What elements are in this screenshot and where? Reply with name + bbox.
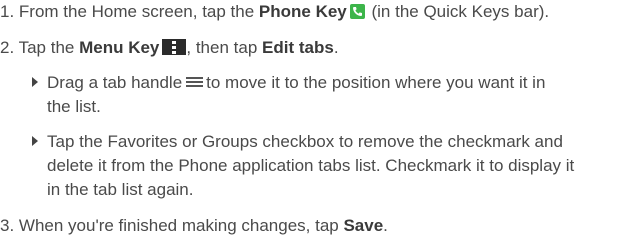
phone-key-label: Phone Key [258,2,347,21]
menu-icon [162,39,187,55]
subitem-text: to move it to the position where you wan… [206,73,546,92]
subitem-text: Tap the Favorites or Groups checkbox to … [47,132,563,151]
step-text: When you're finished making changes, tap [14,216,344,235]
subitem-2-line-2: delete it from the Phone application tab… [47,154,574,178]
step-text: From the Home screen, tap the [14,2,259,21]
subitem-text: the list. [47,97,101,116]
step-number: 2. [0,38,15,57]
subitem-text: Drag a tab handle [47,73,183,92]
step-text: Tap the [14,38,80,57]
step-3: 3. When you're finished making changes, … [0,214,388,238]
subitem-1-line-1: Drag a tab handle to move it to the posit… [32,71,545,95]
step-text: (in the Quick Keys bar). [366,2,550,21]
bullet-arrow-icon [32,136,38,146]
step-text: . [333,38,339,57]
tab-handle-icon [186,77,204,89]
instruction-document: 1. From the Home screen, tap the Phone K… [0,0,638,244]
step-number: 1. [0,2,15,21]
subitem-2-line-3: in the tab list again. [47,178,193,202]
step-text: . [383,216,388,235]
step-number: 3. [0,216,15,235]
bullet-arrow-icon [32,77,38,87]
step-2: 2. Tap the Menu Key , then tap Edit tabs. [0,36,339,60]
save-label: Save [343,216,384,235]
edit-tabs-label: Edit tabs [262,38,334,57]
phone-icon [349,4,365,19]
subitem-1-line-2: the list. [47,95,101,119]
subitem-2-line-1: Tap the Favorites or Groups checkbox to … [32,130,563,154]
subitem-text: delete it from the Phone application tab… [47,156,575,175]
subitem-text: in the tab list again. [47,180,194,199]
step-1: 1. From the Home screen, tap the Phone K… [0,0,549,24]
step-text: , then tap [186,38,263,57]
menu-key-label: Menu Key [79,38,160,57]
